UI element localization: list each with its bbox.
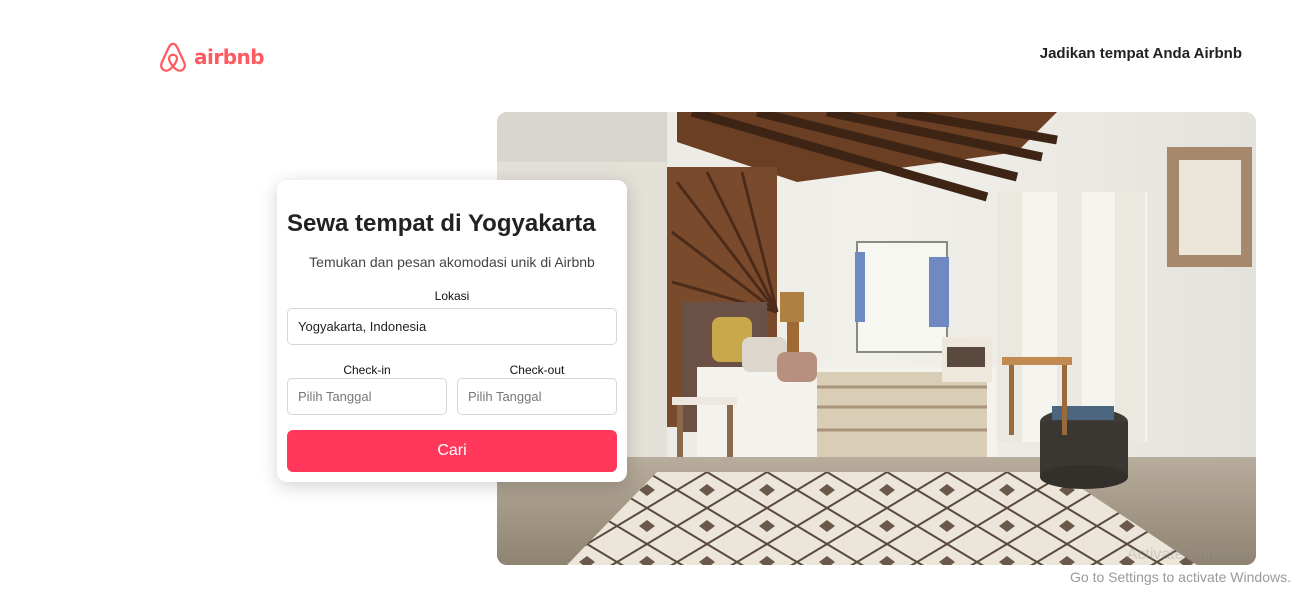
checkout-label: Check-out: [509, 363, 565, 377]
location-label: Lokasi: [434, 289, 470, 303]
become-host-link[interactable]: Jadikan tempat Anda Airbnb: [1040, 45, 1242, 62]
logo-wordmark: airbnb: [194, 45, 265, 69]
checkin-input[interactable]: [287, 378, 447, 415]
checkout-input[interactable]: [457, 378, 617, 415]
airbnb-logo-icon: [159, 42, 187, 72]
location-input[interactable]: [287, 308, 617, 345]
search-card-subtitle: Temukan dan pesan akomodasi unik di Airb…: [309, 254, 595, 270]
os-activation-watermark: Go to Settings to activate Windows.: [1070, 569, 1291, 585]
os-activation-title: Activate Windows: [1126, 546, 1253, 563]
search-card-title: Sewa tempat di Yogyakarta: [287, 210, 596, 237]
search-button[interactable]: Cari: [287, 430, 617, 472]
search-card: Sewa tempat di Yogyakarta Temukan dan pe…: [277, 180, 627, 482]
checkin-label: Check-in: [343, 363, 391, 377]
airbnb-logo[interactable]: airbnb: [158, 41, 265, 73]
